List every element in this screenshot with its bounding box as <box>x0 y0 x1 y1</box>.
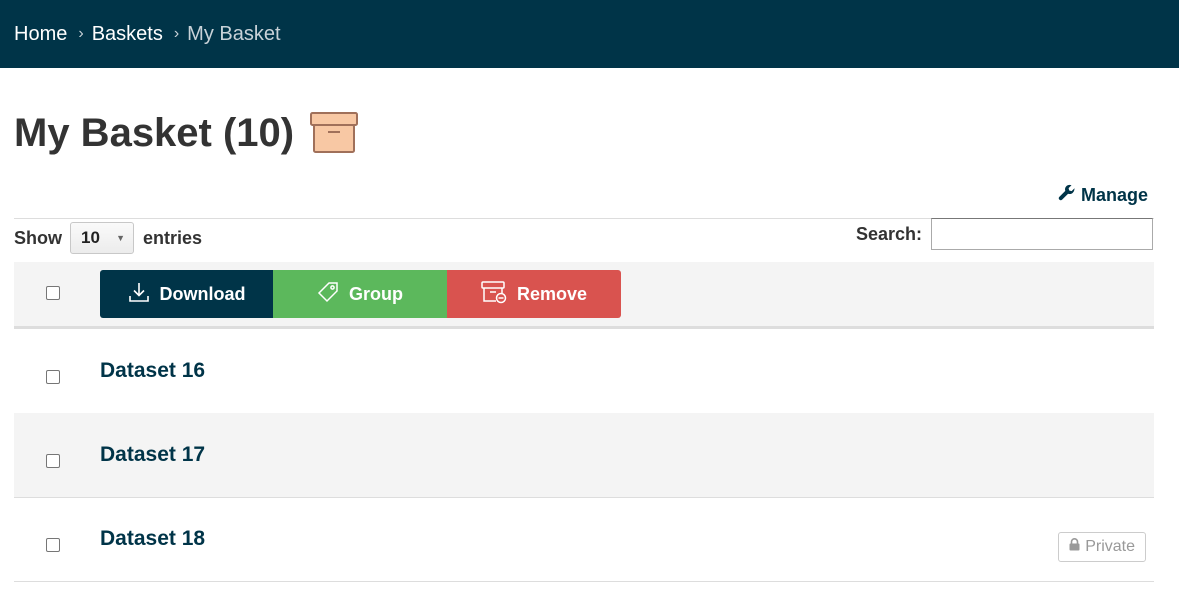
page-title: My Basket (10) <box>14 111 295 155</box>
manage-label: Manage <box>1080 185 1148 205</box>
breadcrumb-separator: › <box>78 25 84 42</box>
badge-label: Private <box>1085 538 1135 555</box>
remove-button[interactable]: Remove <box>447 270 621 318</box>
table-row: Dataset 17 <box>14 413 1154 498</box>
manage-link[interactable]: Manage <box>1058 184 1148 207</box>
tag-icon <box>317 281 349 308</box>
page-length-control: Show 10 ▼ entries <box>14 220 202 256</box>
download-label: Download <box>159 283 246 304</box>
breadcrumb-current: My Basket <box>187 22 281 45</box>
top-navbar: Home › Baskets › My Basket <box>0 0 1179 68</box>
breadcrumb-separator: › <box>173 25 180 42</box>
caret-down-icon: ▼ <box>116 233 125 243</box>
remove-box-icon <box>481 280 517 309</box>
bulk-action-buttons: Download Group Remove <box>100 270 621 318</box>
group-button[interactable]: Group <box>273 270 447 318</box>
page-header: My Basket (10) <box>14 108 359 158</box>
row-checkbox[interactable] <box>46 538 60 552</box>
entries-label: entries <box>143 227 203 248</box>
dataset-link[interactable]: Dataset 16 <box>100 329 205 413</box>
dataset-link[interactable]: Dataset 18 <box>100 497 205 581</box>
show-label: Show <box>14 227 62 248</box>
lock-icon <box>1069 538 1085 556</box>
search-label: Search: <box>855 223 922 244</box>
table-header-row: Download Group Remove <box>14 262 1154 329</box>
breadcrumb-home-link[interactable]: Home <box>14 23 67 46</box>
row-checkbox[interactable] <box>46 370 60 384</box>
breadcrumb-baskets-link[interactable]: Baskets <box>92 23 163 46</box>
row-checkbox[interactable] <box>46 454 60 468</box>
remove-label: Remove <box>516 283 588 304</box>
search-control: Search: <box>856 218 1153 250</box>
page-size-value: 10 <box>81 228 100 247</box>
download-button[interactable]: Download <box>100 270 273 318</box>
dataset-link[interactable]: Dataset 17 <box>100 413 205 497</box>
wrench-icon <box>1058 184 1081 207</box>
group-label: Group <box>349 283 403 304</box>
page-size-select[interactable]: 10 ▼ <box>70 222 134 254</box>
search-input[interactable] <box>931 218 1153 250</box>
breadcrumb: Home › Baskets › My Basket <box>0 23 281 46</box>
table-row: Dataset 18 Private <box>14 497 1154 582</box>
private-badge: Private <box>1058 532 1146 562</box>
download-icon <box>128 281 160 308</box>
select-all-checkbox[interactable] <box>46 286 60 300</box>
archive-box-icon <box>310 112 359 154</box>
table-row: Dataset 16 <box>14 329 1154 414</box>
